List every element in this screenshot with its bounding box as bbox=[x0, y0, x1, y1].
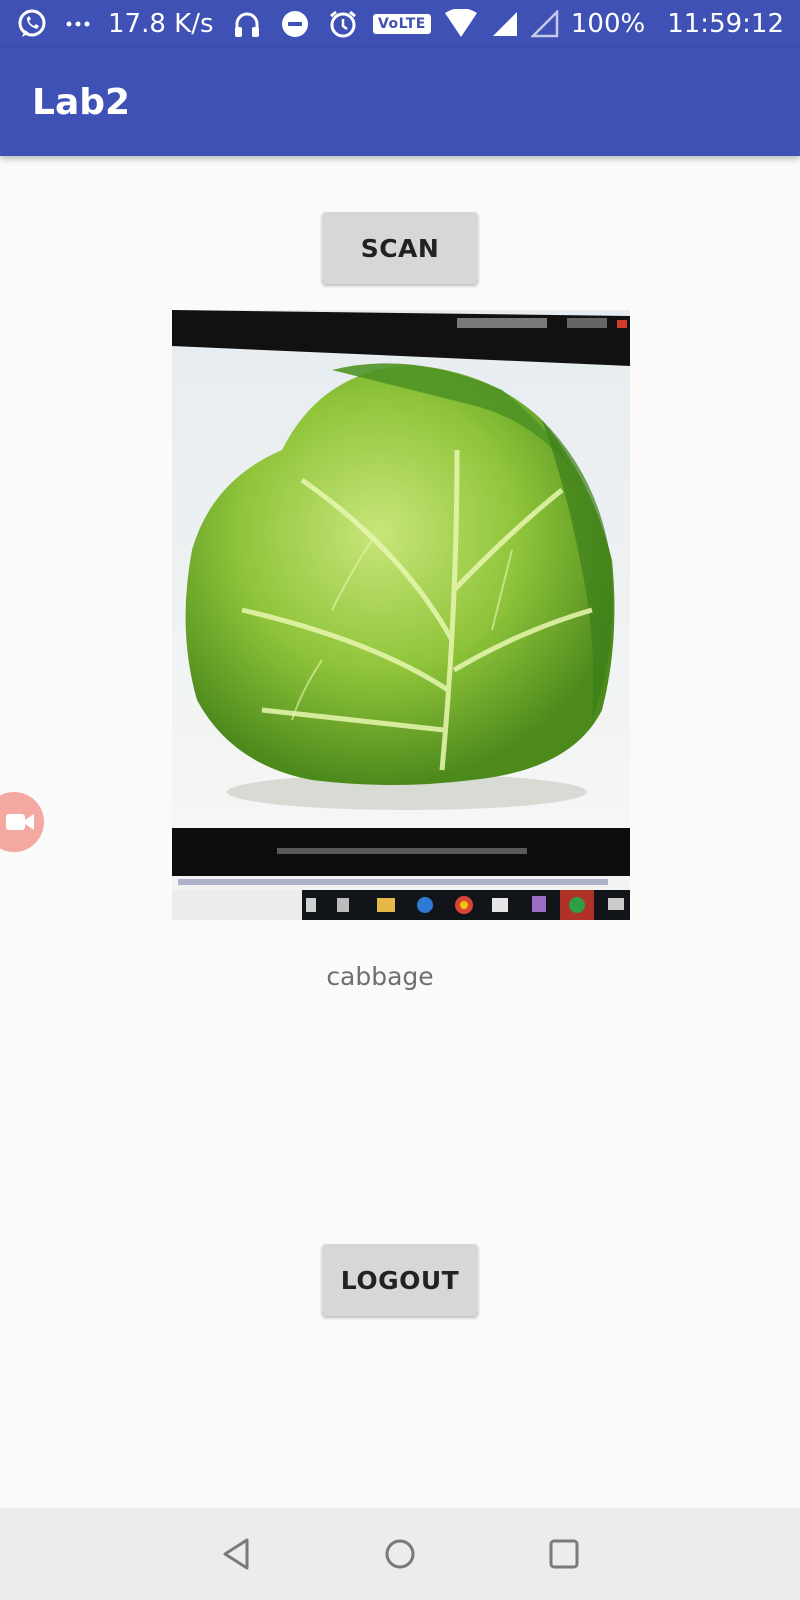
app-bar: Lab2 bbox=[0, 48, 800, 156]
signal-empty-icon bbox=[530, 10, 559, 38]
scan-button[interactable]: SCAN bbox=[322, 212, 478, 284]
home-icon[interactable] bbox=[374, 1528, 426, 1580]
app-title: Lab2 bbox=[32, 81, 131, 123]
screen-recorder-bubble[interactable] bbox=[0, 792, 44, 852]
video-camera-icon bbox=[5, 811, 35, 833]
volte-icon: VoLTE bbox=[372, 14, 431, 34]
navigation-bar bbox=[0, 1508, 800, 1600]
logout-button[interactable]: LOGOUT bbox=[322, 1244, 478, 1316]
more-dots-icon bbox=[66, 20, 90, 28]
battery-level: 100% bbox=[570, 9, 646, 39]
status-left: 17.8 K/s bbox=[16, 8, 358, 40]
signal-icon bbox=[491, 10, 519, 38]
status-bar: 17.8 K/s VoLTE 100% 11:59:12 bbox=[0, 0, 800, 48]
recents-icon[interactable] bbox=[538, 1528, 590, 1580]
clock: 11:59:12 bbox=[667, 9, 784, 39]
net-speed: 17.8 K/s bbox=[108, 9, 214, 39]
back-icon[interactable] bbox=[210, 1528, 262, 1580]
result-label: cabbage bbox=[326, 962, 434, 991]
alarm-icon bbox=[328, 9, 358, 39]
headphones-icon bbox=[232, 9, 262, 39]
scanned-photo bbox=[172, 310, 630, 920]
status-right: VoLTE 100% 11:59:12 bbox=[372, 9, 784, 39]
whatsapp-icon bbox=[16, 8, 48, 40]
wifi-icon bbox=[443, 9, 479, 39]
dnd-icon bbox=[280, 9, 310, 39]
